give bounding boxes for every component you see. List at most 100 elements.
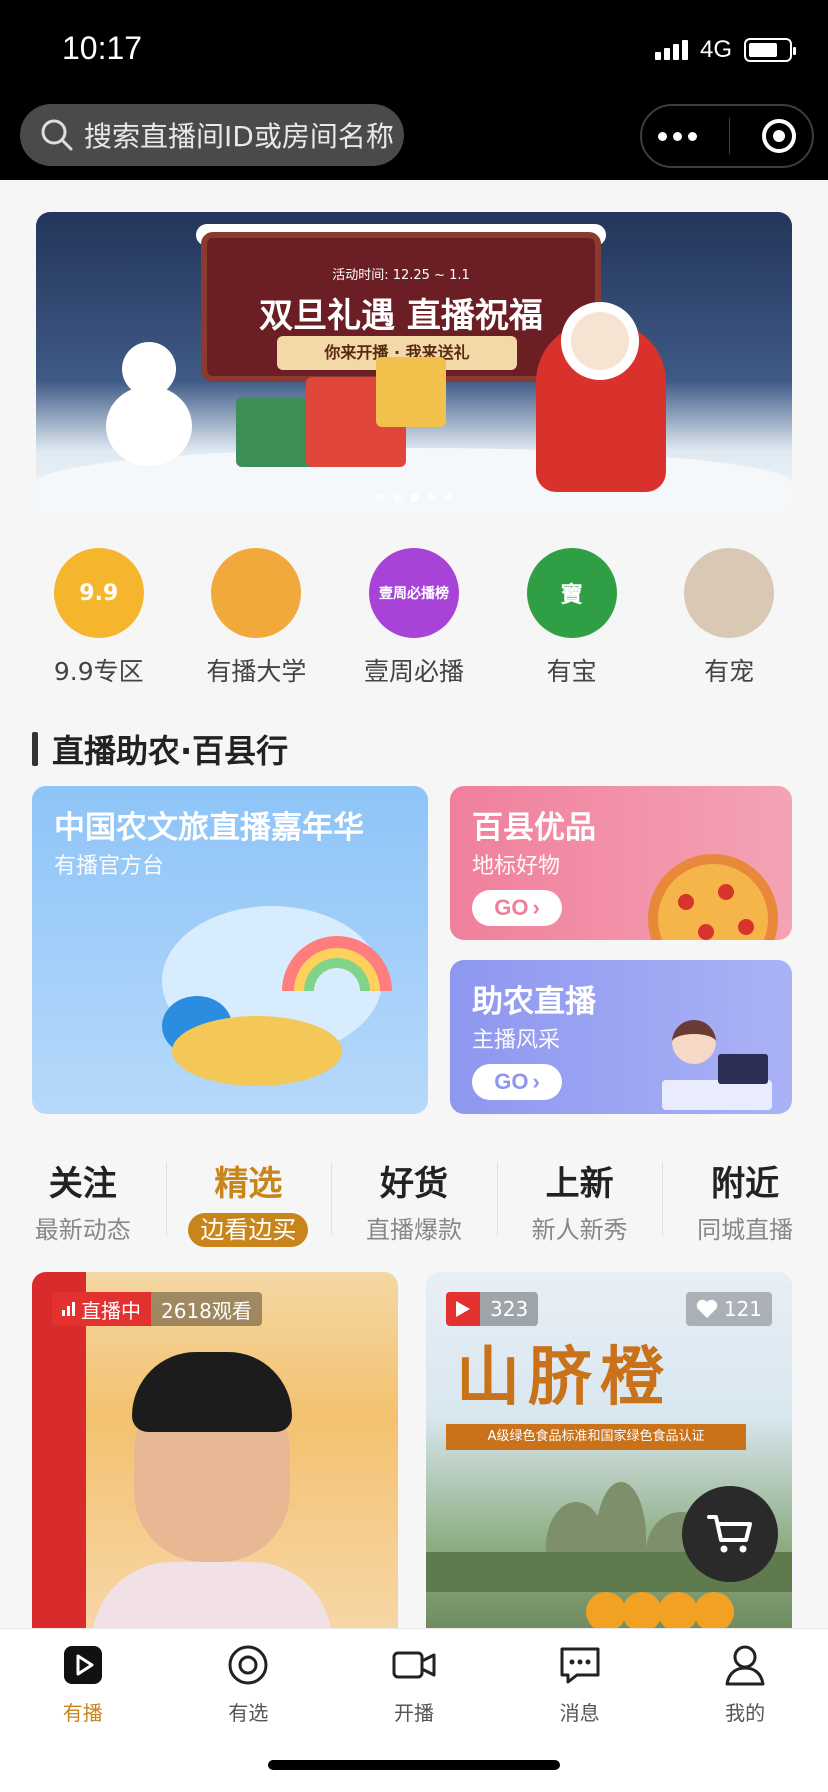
play-count-badge: 323: [446, 1292, 539, 1326]
search-icon: [41, 119, 73, 151]
go-button[interactable]: GO ›: [472, 1064, 562, 1100]
live-badge: 直播中 2618观看: [52, 1292, 262, 1326]
category-label: 有播大学: [206, 657, 307, 686]
gift-icon: 9.9: [53, 548, 144, 638]
search-placeholder: 搜索直播间ID或房间名称: [84, 120, 394, 153]
nav-item[interactable]: 消息: [497, 1629, 663, 1739]
nav-label: 有选: [228, 1700, 269, 1725]
cart-icon: [707, 1515, 752, 1553]
nav-item[interactable]: 我的: [662, 1629, 828, 1739]
tab-item[interactable]: 关注 最新动态: [0, 1156, 166, 1247]
nav-label: 我的: [725, 1700, 766, 1725]
nav-label: 消息: [559, 1700, 600, 1725]
promo-card-county-goods[interactable]: 百县优品 地标好物 GO ›: [450, 786, 792, 940]
category-item[interactable]: 有播大学: [181, 548, 331, 688]
pager-dot[interactable]: [375, 493, 385, 502]
category-label: 有宝: [546, 657, 597, 686]
pager-dot[interactable]: [443, 493, 453, 502]
category-item[interactable]: 9.9 9.9专区: [24, 548, 174, 688]
pager-dot[interactable]: [409, 493, 419, 502]
bottom-nav: 有播 有选 开播 消息 我的: [0, 1628, 828, 1792]
graduation-cap-icon: [211, 548, 302, 638]
tab-title: 上新: [545, 1164, 614, 1204]
banner-activity-time: 活动时间: 12.25 ~ 1.1: [332, 268, 470, 283]
select-icon: [226, 1643, 270, 1691]
gifts-illustration: [236, 357, 476, 477]
nav-item[interactable]: 开播: [331, 1629, 497, 1739]
viewer-count: 2618观看: [161, 1298, 252, 1323]
search-input[interactable]: 搜索直播间ID或房间名称: [20, 104, 404, 166]
cart-button[interactable]: [682, 1486, 778, 1582]
nav-label: 开播: [393, 1700, 434, 1725]
network-label: 4G: [699, 36, 732, 63]
promo-top-subtitle: 地标好物: [472, 854, 561, 879]
section-heading: 直播助农·百县行: [32, 726, 288, 772]
nav-item[interactable]: 有播: [0, 1629, 166, 1739]
weekly-rank-icon: 壹周必播榜: [368, 548, 459, 638]
go-button[interactable]: GO ›: [472, 890, 562, 926]
chevron-right-icon: ›: [532, 1069, 540, 1094]
promo-bottom-subtitle: 主播风采: [472, 1028, 561, 1053]
play-icon: [446, 1292, 480, 1326]
pet-dog-icon: [684, 548, 775, 638]
treasure-icon: 寶: [526, 548, 617, 638]
category-label: 壹周必播: [363, 657, 464, 686]
promo-bottom-title: 助农直播: [472, 984, 596, 1020]
signal-icon: [654, 40, 688, 60]
nav-item[interactable]: 有选: [166, 1629, 332, 1739]
section-title: 直播助农·百县行: [52, 732, 289, 770]
play-icon: [61, 1643, 105, 1691]
category-item[interactable]: 壹周必播榜 壹周必播: [339, 548, 489, 688]
tab-subtitle: 新人新秀: [531, 1216, 628, 1244]
tab-item[interactable]: 上新 新人新秀: [496, 1156, 663, 1247]
snowman-illustration: [106, 342, 192, 466]
camera-icon: [391, 1643, 437, 1691]
promo-main-subtitle: 有播官方台: [54, 854, 165, 879]
tab-title: 附近: [711, 1164, 780, 1204]
feed-tabs: 关注 最新动态 精选 边看边买 好货 直播爆款 上新 新人新秀 附近 同城直播: [0, 1156, 828, 1247]
pager-dot[interactable]: [426, 493, 436, 502]
category-label: 有宠: [704, 657, 755, 686]
tab-item[interactable]: 精选 边看边买: [165, 1156, 332, 1247]
tab-subtitle: 直播爆款: [365, 1216, 462, 1244]
oranges-illustration: [586, 1592, 786, 1632]
banner-title: 双旦礼遇 直播祝福: [259, 296, 543, 336]
tab-title: 精选: [214, 1164, 283, 1204]
pager-dot[interactable]: [392, 493, 402, 502]
home-indicator: [268, 1760, 560, 1770]
promo-banner[interactable]: 活动时间: 12.25 ~ 1.1 双旦礼遇 直播祝福 你来开播 · 我来送礼: [36, 212, 792, 518]
tab-item[interactable]: 好货 直播爆款: [331, 1156, 497, 1247]
message-icon: [557, 1643, 603, 1691]
mini-program-capsule: [640, 104, 814, 168]
profile-icon: [723, 1643, 767, 1691]
streamer-photo: [92, 1322, 332, 1632]
island-illustration: [162, 906, 392, 1106]
category-item[interactable]: 有宠: [654, 548, 804, 688]
live-stream-card[interactable]: 直播中 2618观看: [32, 1272, 398, 1632]
more-icon[interactable]: [658, 131, 697, 141]
nav-label: 有播: [62, 1700, 103, 1725]
status-indicators: 4G: [654, 36, 796, 64]
like-count: 121: [723, 1297, 762, 1321]
poster-title: 山脐橙: [456, 1340, 672, 1415]
chevron-right-icon: ›: [532, 895, 540, 920]
tab-title: 关注: [48, 1164, 117, 1204]
tab-subtitle: 边看边买: [188, 1213, 309, 1247]
streamer-illustration: [662, 1020, 772, 1110]
banner-pager: [36, 493, 792, 502]
top-bar: 10:17 4G 搜索直播间ID或房间名称: [0, 0, 828, 180]
promo-top-title: 百县优品: [472, 810, 596, 846]
category-item[interactable]: 寶有宝: [497, 548, 647, 688]
pizza-illustration: [648, 854, 778, 940]
tab-title: 好货: [379, 1164, 448, 1204]
like-count-badge: 121: [685, 1292, 772, 1326]
promo-card-farm-live[interactable]: 助农直播 主播风采 GO ›: [450, 960, 792, 1114]
category-label: 9.9专区: [53, 657, 144, 686]
heart-icon: [696, 1299, 718, 1318]
promo-card-carnival[interactable]: 中国农文旅直播嘉年华 有播官方台: [32, 786, 428, 1114]
close-target-icon[interactable]: [762, 119, 796, 153]
battery-icon: [744, 38, 796, 62]
play-count: 323: [490, 1297, 529, 1321]
tab-item[interactable]: 附近 同城直播: [662, 1156, 828, 1247]
tab-subtitle: 最新动态: [34, 1216, 131, 1244]
